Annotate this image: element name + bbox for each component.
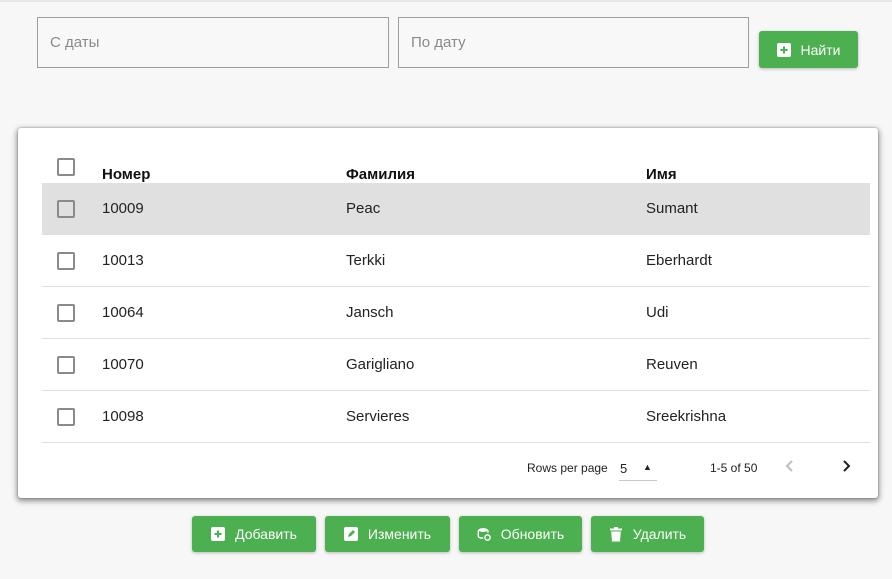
table-row[interactable]: 10098 Servieres Sreekrishna — [42, 391, 870, 443]
delete-button[interactable]: Удалить — [591, 516, 704, 552]
row-checkbox-cell — [57, 287, 75, 338]
row-checkbox-cell — [57, 339, 75, 390]
cell-first-name: Sreekrishna — [646, 408, 727, 425]
table-header-row: Номер Фамилия Имя — [42, 152, 870, 183]
edit-button-label: Изменить — [367, 526, 432, 542]
plus-box-icon — [776, 42, 791, 57]
employees-table-card: Номер Фамилия Имя 10009 Peac Sumant 10013 Te… — [18, 128, 878, 498]
row-checkbox[interactable] — [57, 407, 75, 426]
add-button-label: Добавить — [235, 526, 297, 542]
select-all-checkbox[interactable] — [57, 158, 75, 176]
cell-last-name: Peac — [346, 200, 381, 217]
cell-number: 10009 — [102, 200, 144, 217]
date-from-input[interactable] — [50, 34, 376, 51]
database-refresh-icon — [477, 527, 491, 541]
table-row[interactable]: 10013 Terkki Eberhardt — [42, 235, 870, 287]
refresh-button-label: Обновить — [500, 526, 565, 542]
find-button[interactable]: Найти — [759, 31, 858, 68]
cell-last-name: Garigliano — [346, 356, 415, 373]
cell-number: 10098 — [102, 408, 144, 425]
cell-first-name: Sumant — [646, 200, 698, 217]
column-header-number[interactable]: Номер — [102, 152, 150, 183]
column-header-last-name[interactable]: Фамилия — [346, 152, 415, 183]
row-checkbox-cell — [57, 183, 75, 234]
chevron-right-icon — [843, 460, 851, 472]
cell-number: 10070 — [102, 356, 144, 373]
plus-box-icon — [211, 527, 226, 541]
pagination: Rows per page 5 ▲ 1-5 of 50 — [18, 450, 878, 486]
cell-number: 10013 — [102, 252, 144, 269]
add-button[interactable]: Добавить — [192, 516, 316, 552]
employees-table: Номер Фамилия Имя 10009 Peac Sumant 10013 Te… — [42, 152, 870, 443]
cell-first-name: Reuven — [646, 356, 698, 373]
row-checkbox-cell — [57, 391, 75, 442]
row-checkbox[interactable] — [57, 251, 75, 270]
next-page-button[interactable] — [834, 454, 858, 478]
date-to-input[interactable] — [411, 34, 736, 51]
row-checkbox-cell — [57, 235, 75, 286]
cell-number: 10064 — [102, 304, 144, 321]
column-header-first-name[interactable]: Имя — [646, 152, 677, 183]
delete-button-label: Удалить — [632, 526, 687, 542]
edit-button[interactable]: Изменить — [325, 516, 450, 552]
previous-page-button[interactable] — [778, 454, 802, 478]
triangle-down-icon: ▲ — [643, 462, 652, 472]
table-row[interactable]: 10070 Garigliano Reuven — [42, 339, 870, 391]
date-from-field[interactable] — [37, 17, 389, 68]
trash-icon — [609, 526, 623, 541]
pencil-box-icon — [343, 527, 358, 541]
cell-last-name: Terkki — [346, 252, 386, 269]
find-button-label: Найти — [800, 41, 841, 58]
pagination-range: 1-5 of 50 — [710, 461, 758, 475]
row-checkbox[interactable] — [57, 355, 75, 374]
row-checkbox[interactable] — [57, 199, 75, 218]
cell-first-name: Eberhardt — [646, 252, 712, 269]
rows-per-page-label: Rows per page — [527, 461, 608, 475]
date-to-field[interactable] — [398, 17, 749, 68]
table-row[interactable]: 10009 Peac Sumant — [42, 183, 870, 235]
cell-first-name: Udi — [646, 304, 669, 321]
row-checkbox[interactable] — [57, 303, 75, 322]
cell-last-name: Jansch — [346, 304, 394, 321]
table-row[interactable]: 10064 Jansch Udi — [42, 287, 870, 339]
rows-per-page-value: 5 — [620, 461, 628, 476]
top-divider — [0, 0, 892, 2]
chevron-left-icon — [785, 460, 793, 472]
refresh-button[interactable]: Обновить — [459, 516, 582, 552]
cell-last-name: Servieres — [346, 408, 410, 425]
rows-per-page-select[interactable]: 5 ▲ — [619, 455, 657, 481]
